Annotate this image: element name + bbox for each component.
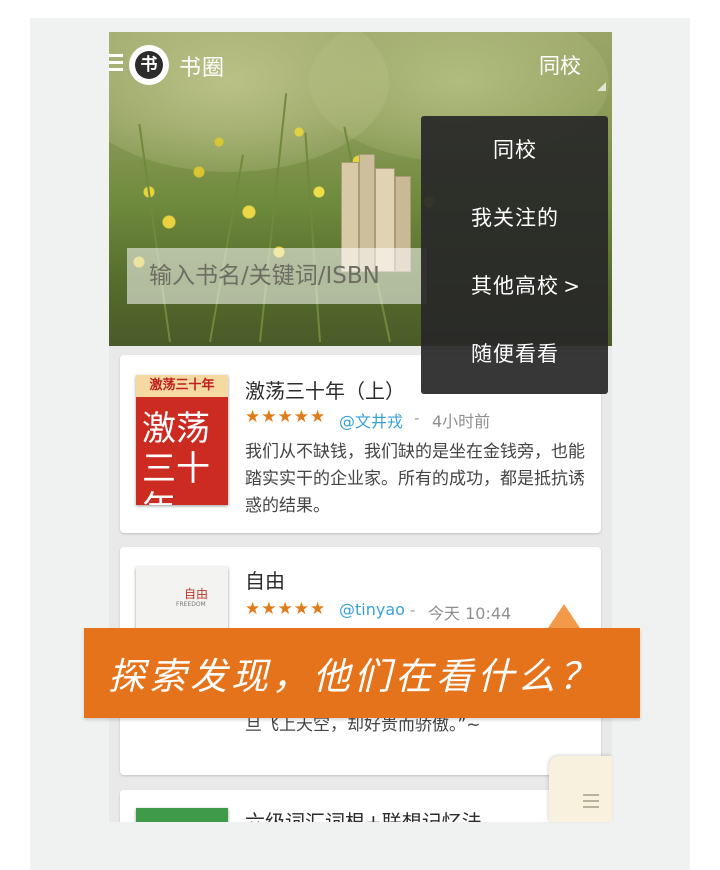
dropdown-caret-icon (597, 82, 606, 91)
book-excerpt: 我们从不缺钱，我们缺的是坐在金钱旁，也能踏实实干的企业家。所有的成功，都是抵抗诱… (245, 442, 585, 516)
dropdown-item-label: 其他高校 (471, 274, 559, 298)
dropdown-item-random[interactable]: 随便看看 (421, 320, 608, 388)
post-time: 今天 10:44 (428, 604, 512, 623)
promo-banner: 探索发现，他们在看什么？ (84, 628, 640, 718)
book-feed: 激荡三十年 激荡三十年 激荡三十年（上） ★★★★★ @文井戎 - 4小时前 我… (109, 346, 612, 822)
user-link[interactable]: @文井戎 (339, 408, 403, 432)
dropdown-item-same-school[interactable]: 同校 (421, 116, 608, 184)
separator: - (414, 409, 420, 427)
scope-dropdown-menu: 同校 我关注的 其他高校 > 随便看看 (421, 116, 608, 394)
dropdown-item-label: 我关注的 (471, 206, 559, 230)
book-title[interactable]: 六级词汇词根+联想记忆法 (245, 806, 482, 822)
book-title[interactable]: 激荡三十年（上） (245, 375, 405, 404)
cover-title-band: 激荡三十年 (136, 375, 228, 397)
note-compose-icon[interactable] (549, 756, 612, 822)
cover-title: 自由 (184, 587, 209, 601)
post-time: 4小时前 (432, 412, 491, 431)
dropdown-item-following[interactable]: 我关注的 (421, 184, 608, 252)
chevron-right-icon: > (563, 274, 581, 298)
book-title[interactable]: 自由 (245, 565, 285, 594)
feed-card[interactable]: 六级词汇词根+联想记忆法 (120, 790, 601, 822)
search-input[interactable] (127, 248, 427, 304)
rating-stars: ★★★★★ (245, 599, 327, 619)
search-box[interactable] (127, 248, 427, 304)
dropdown-item-label: 同校 (493, 138, 537, 162)
app-title: 书圈 (179, 56, 226, 81)
cover-calligraphy: 激荡三十年 (142, 409, 210, 505)
separator: - (410, 601, 416, 619)
logo-glyph: 书 (135, 51, 163, 79)
scope-selector-button[interactable]: 同校 (539, 50, 581, 80)
dropdown-item-other-schools[interactable]: 其他高校 > (421, 252, 608, 320)
book-cover[interactable]: 激荡三十年 激荡三十年 (136, 375, 228, 505)
rating-stars: ★★★★★ (245, 407, 327, 427)
cover-subtitle: FREEDOM (176, 601, 206, 608)
book-cover[interactable] (136, 808, 228, 822)
app-logo[interactable]: 书 (129, 45, 169, 85)
banner-text: 探索发现，他们在看什么？ (108, 655, 600, 698)
menu-icon[interactable] (109, 54, 123, 74)
user-link[interactable]: @tinyao (339, 600, 405, 619)
dropdown-item-label: 随便看看 (471, 342, 559, 366)
banner-notch (548, 604, 580, 628)
